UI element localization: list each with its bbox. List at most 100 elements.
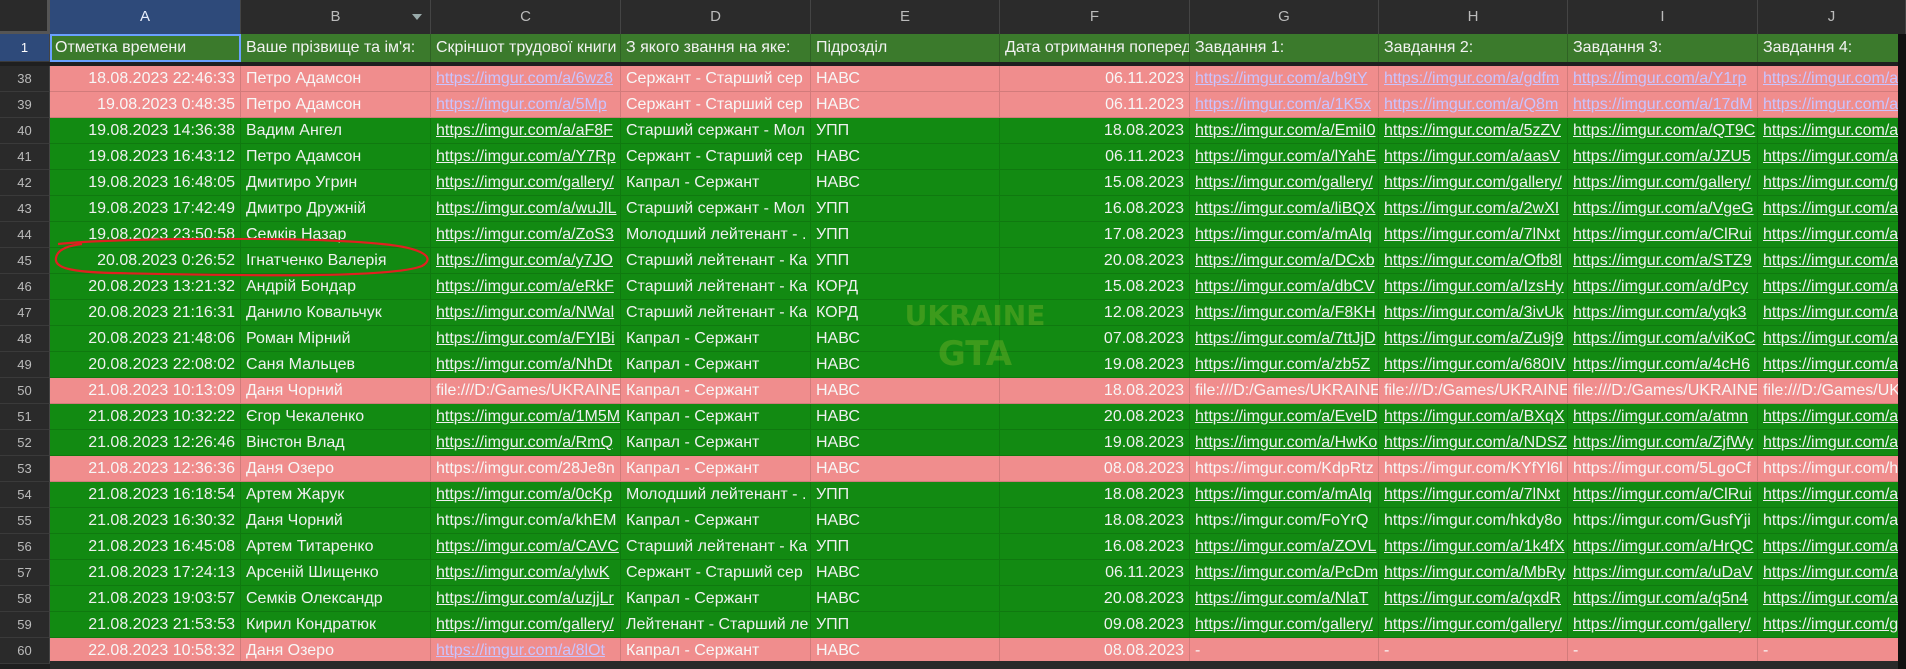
table-cell[interactable]: https://imgur.com/KYfYl6l — [1379, 456, 1568, 482]
row-number[interactable]: 40 — [0, 118, 50, 144]
table-cell[interactable]: https://imgur.com/a/DCxb — [1190, 248, 1379, 274]
table-cell[interactable]: УПП — [811, 196, 1000, 222]
table-cell[interactable]: 19.08.2023 16:48:05 — [50, 170, 241, 196]
table-cell[interactable]: НАВС — [811, 170, 1000, 196]
table-cell[interactable]: Лейтенант - Старший ле — [621, 612, 811, 638]
table-cell[interactable]: 21.08.2023 10:32:22 — [50, 404, 241, 430]
table-cell[interactable]: Капрал - Сержант — [621, 352, 811, 378]
table-cell[interactable]: Старший лейтенант - Ка — [621, 534, 811, 560]
table-cell[interactable]: https://imgur.com/a/IzsHy — [1379, 274, 1568, 300]
table-cell[interactable]: https://imgur.com/a/7lNxt — [1379, 222, 1568, 248]
table-cell[interactable]: https://imgur.com/a/ClRui — [1568, 482, 1758, 508]
header-cell[interactable]: Завдання 2: — [1379, 34, 1568, 62]
table-cell[interactable]: https://imgur.com/a/PcDm — [1190, 560, 1379, 586]
table-cell[interactable]: https://imgur.com/a/qxdR — [1379, 586, 1568, 612]
row-number[interactable]: 47 — [0, 300, 50, 326]
row-number[interactable]: 58 — [0, 586, 50, 612]
row-number[interactable]: 51 — [0, 404, 50, 430]
table-cell[interactable]: 19.08.2023 0:48:35 — [50, 92, 241, 118]
table-cell[interactable]: Петро Адамсон — [241, 66, 431, 92]
table-cell[interactable]: https://imgur.com/a/RmQ — [431, 430, 621, 456]
table-cell[interactable]: https://imgur.com/a/ylwK — [431, 560, 621, 586]
row-number[interactable]: 50 — [0, 378, 50, 404]
table-cell[interactable]: https://imgur.com/a/7lNxt — [1379, 482, 1568, 508]
table-cell[interactable]: Ігнатченко Валерія — [241, 248, 431, 274]
table-cell[interactable]: https://imgur.com/GusfYji — [1568, 508, 1758, 534]
table-cell[interactable]: Петро Адамсон — [241, 92, 431, 118]
table-cell[interactable]: https://imgur.com/a/ — [1758, 326, 1906, 352]
table-cell[interactable]: НАВС — [811, 404, 1000, 430]
table-cell[interactable]: 18.08.2023 — [1000, 508, 1190, 534]
table-cell[interactable]: https://imgur.com/a/ — [1758, 274, 1906, 300]
table-cell[interactable]: 16.08.2023 — [1000, 196, 1190, 222]
table-cell[interactable]: 21.08.2023 12:36:36 — [50, 456, 241, 482]
table-cell[interactable]: 06.11.2023 — [1000, 144, 1190, 170]
table-cell[interactable]: 19.08.2023 17:42:49 — [50, 196, 241, 222]
table-cell[interactable]: file:///D:/Games/UKRAINE — [1190, 378, 1379, 404]
table-cell[interactable]: https://imgur.com/a/NDSZ — [1379, 430, 1568, 456]
row-number[interactable]: 57 — [0, 560, 50, 586]
table-cell[interactable]: https://imgur.com/a/lYahE — [1190, 144, 1379, 170]
table-cell[interactable]: https://imgur.com/KdpRtz — [1190, 456, 1379, 482]
table-cell[interactable]: https://imgur.com/a/17dM — [1568, 92, 1758, 118]
table-cell[interactable]: 16.08.2023 — [1000, 534, 1190, 560]
table-cell[interactable]: Дмитро Дружній — [241, 196, 431, 222]
table-cell[interactable]: https://imgur.com/a/wuJlL — [431, 196, 621, 222]
table-cell[interactable]: УПП — [811, 248, 1000, 274]
column-header-i[interactable]: I — [1568, 0, 1758, 34]
table-cell[interactable]: https://imgur.com/a/ — [1758, 508, 1906, 534]
table-cell[interactable]: Старший лейтенант - Ка — [621, 274, 811, 300]
table-cell[interactable]: https://imgur.com/gallery/ — [1568, 170, 1758, 196]
table-cell[interactable]: Роман Мірний — [241, 326, 431, 352]
table-cell[interactable]: Старший лейтенант - Ка — [621, 300, 811, 326]
table-cell[interactable]: https://imgur.com/g — [1758, 612, 1906, 638]
row-number[interactable]: 53 — [0, 456, 50, 482]
table-cell[interactable]: Вінстон Влад — [241, 430, 431, 456]
table-cell[interactable]: 07.08.2023 — [1000, 326, 1190, 352]
row-number[interactable]: 60 — [0, 638, 50, 664]
table-cell[interactable]: 12.08.2023 — [1000, 300, 1190, 326]
table-cell[interactable]: Саня Мальцев — [241, 352, 431, 378]
header-cell[interactable]: Завдання 3: — [1568, 34, 1758, 62]
table-cell[interactable]: НАВС — [811, 586, 1000, 612]
table-cell[interactable]: 09.08.2023 — [1000, 612, 1190, 638]
table-cell[interactable]: https://imgur.com/a/680IV — [1379, 352, 1568, 378]
table-cell[interactable]: 21.08.2023 16:30:32 — [50, 508, 241, 534]
table-cell[interactable]: https://imgur.com/a/atmn — [1568, 404, 1758, 430]
row-number[interactable]: 44 — [0, 222, 50, 248]
table-cell[interactable]: https://imgur.com/a/uDaV — [1568, 560, 1758, 586]
table-cell[interactable]: Старший сержант - Мол — [621, 196, 811, 222]
table-cell[interactable]: https://imgur.com/a/aF8F — [431, 118, 621, 144]
row-number[interactable]: 55 — [0, 508, 50, 534]
table-cell[interactable]: 19.08.2023 16:43:12 — [50, 144, 241, 170]
column-header-e[interactable]: E — [811, 0, 1000, 34]
table-cell[interactable]: Капрал - Сержант — [621, 586, 811, 612]
row-number[interactable]: 46 — [0, 274, 50, 300]
table-cell[interactable]: 18.08.2023 22:46:33 — [50, 66, 241, 92]
table-cell[interactable]: Сержант - Старший сер — [621, 66, 811, 92]
table-cell[interactable]: https://imgur.com/h — [1758, 456, 1906, 482]
table-cell[interactable]: https://imgur.com/g — [1758, 170, 1906, 196]
table-cell[interactable]: 15.08.2023 — [1000, 170, 1190, 196]
header-cell[interactable]: Скріншот трудової книги — [431, 34, 621, 62]
table-cell[interactable]: https://imgur.com/a/NhDt — [431, 352, 621, 378]
row-number[interactable]: 48 — [0, 326, 50, 352]
table-cell[interactable]: https://imgur.com/a/eRkF — [431, 274, 621, 300]
table-cell[interactable]: 20.08.2023 21:48:06 — [50, 326, 241, 352]
table-cell[interactable]: НАВС — [811, 378, 1000, 404]
table-cell[interactable]: Капрал - Сержант — [621, 404, 811, 430]
table-cell[interactable]: https://imgur.com/a/CAVC — [431, 534, 621, 560]
table-cell[interactable]: file:///D:/Games/UKRAINE — [431, 378, 621, 404]
header-cell[interactable]: Ваше прізвище та ім'я: — [241, 34, 431, 62]
table-cell[interactable]: https://imgur.com/a/zb5Z — [1190, 352, 1379, 378]
table-cell[interactable]: https://imgur.com/a/JZU5 — [1568, 144, 1758, 170]
table-cell[interactable]: Артем Титаренко — [241, 534, 431, 560]
table-cell[interactable]: НАВС — [811, 430, 1000, 456]
table-cell[interactable]: https://imgur.com/a/ — [1758, 300, 1906, 326]
table-cell[interactable]: https://imgur.com/a/7ttJjD — [1190, 326, 1379, 352]
table-cell[interactable]: https://imgur.com/a/1K5x — [1190, 92, 1379, 118]
table-cell[interactable]: Капрал - Сержант — [621, 456, 811, 482]
row-number[interactable]: 41 — [0, 144, 50, 170]
table-cell[interactable]: 20.08.2023 13:21:32 — [50, 274, 241, 300]
table-cell[interactable]: https://imgur.com/gallery/ — [431, 612, 621, 638]
